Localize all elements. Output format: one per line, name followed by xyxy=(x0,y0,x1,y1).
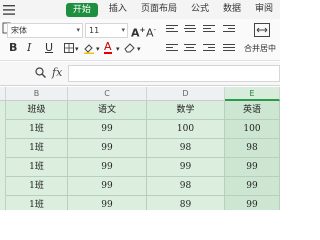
borders-icon[interactable] xyxy=(64,43,74,53)
header-cell-math[interactable]: 数学 xyxy=(147,101,225,120)
column-header-e[interactable]: E xyxy=(225,87,280,101)
magnifier-icon[interactable] xyxy=(35,67,46,81)
column-header-c[interactable]: C xyxy=(68,87,147,101)
table-cell[interactable]: 1班 xyxy=(6,177,68,196)
table-cell[interactable]: 89 xyxy=(147,196,225,210)
table-cell[interactable]: 98 xyxy=(225,139,280,158)
formula-bar: fx xyxy=(0,62,280,86)
eraser-icon[interactable] xyxy=(124,42,136,53)
tab-home[interactable]: 开始 xyxy=(65,2,98,17)
chevron-down-icon: ▾ xyxy=(121,26,125,34)
shrink-font-icon[interactable]: A- xyxy=(146,24,156,40)
chevron-down-icon[interactable]: ▾ xyxy=(96,43,100,56)
font-name-select[interactable]: 宋体 ▾ xyxy=(7,23,83,38)
align-bottom-icon[interactable] xyxy=(203,25,215,36)
home-toolbar: 宋体 ▾ 11 ▾ A+ A- B I U ▾ ▾ A ▾ ▾ 合并居中 xyxy=(0,19,280,61)
italic-button[interactable]: I xyxy=(27,41,31,54)
header-cell-class[interactable]: 班级 xyxy=(6,101,68,120)
column-header-b[interactable]: B xyxy=(6,87,68,101)
font-size-value: 11 xyxy=(89,26,100,35)
ribbon-tab-bar: 开始 插入 页面布局 公式 数据 审阅 xyxy=(0,0,280,19)
grow-font-icon[interactable]: A+ xyxy=(131,24,145,40)
align-right-icon[interactable] xyxy=(203,44,215,55)
table-cell[interactable]: 99 xyxy=(225,158,280,177)
tab-formulas[interactable]: 公式 xyxy=(184,0,216,19)
table-cell[interactable]: 99 xyxy=(68,120,147,139)
tab-page-layout[interactable]: 页面布局 xyxy=(134,0,184,19)
font-name-value: 宋体 xyxy=(11,26,27,35)
formula-input[interactable] xyxy=(68,65,280,82)
sheet-grid: B C D E 班级 语文 数学 英语 1班 99 100 100 1班 99 … xyxy=(0,87,280,210)
merge-center-button[interactable]: 合并居中 xyxy=(244,19,280,61)
align-center-icon[interactable] xyxy=(184,44,196,55)
font-color-icon[interactable]: A xyxy=(104,41,112,54)
indent-icon[interactable] xyxy=(223,25,235,36)
align-middle-icon[interactable] xyxy=(184,25,196,36)
table-cell[interactable]: 100 xyxy=(147,120,225,139)
table-cell[interactable]: 1班 xyxy=(6,196,68,210)
merge-cells-icon xyxy=(254,23,270,37)
table-cell[interactable]: 1班 xyxy=(6,120,68,139)
table-cell[interactable]: 99 xyxy=(147,158,225,177)
hamburger-icon xyxy=(3,4,16,15)
align-left-icon[interactable] xyxy=(166,44,178,55)
table-cell[interactable]: 99 xyxy=(68,196,147,210)
spreadsheet-window: 开始 插入 页面布局 公式 数据 审阅 宋体 ▾ 11 ▾ A+ A- B I … xyxy=(0,0,280,210)
table-cell[interactable]: 98 xyxy=(147,177,225,196)
tab-review[interactable]: 审阅 xyxy=(248,0,280,19)
table-cell[interactable]: 99 xyxy=(225,196,280,210)
align-top-icon[interactable] xyxy=(166,25,178,36)
table-cell[interactable]: 99 xyxy=(225,177,280,196)
table-cell[interactable]: 1班 xyxy=(6,139,68,158)
chevron-down-icon[interactable]: ▾ xyxy=(116,43,120,56)
table-cell[interactable]: 100 xyxy=(225,120,280,139)
tab-data[interactable]: 数据 xyxy=(216,0,248,19)
table-cell[interactable]: 99 xyxy=(68,139,147,158)
app-menu-button[interactable] xyxy=(0,0,19,19)
font-size-select[interactable]: 11 ▾ xyxy=(85,23,128,38)
merge-center-label: 合并居中 xyxy=(244,44,276,53)
column-header-d[interactable]: D xyxy=(147,87,225,101)
bold-button[interactable]: B xyxy=(9,41,17,54)
chevron-down-icon[interactable]: ▾ xyxy=(75,43,79,56)
table-cell[interactable]: 99 xyxy=(68,158,147,177)
header-cell-chinese[interactable]: 语文 xyxy=(68,101,147,120)
header-cell-english[interactable]: 英语 xyxy=(225,101,280,120)
fill-color-icon[interactable] xyxy=(83,42,95,54)
name-box[interactable] xyxy=(0,65,24,82)
chevron-down-icon[interactable]: ▾ xyxy=(137,43,141,56)
underline-button[interactable]: U xyxy=(45,41,53,54)
table-cell[interactable]: 98 xyxy=(147,139,225,158)
fx-label[interactable]: fx xyxy=(52,66,62,79)
chevron-down-icon: ▾ xyxy=(76,26,80,34)
table-cell[interactable]: 99 xyxy=(68,177,147,196)
table-cell[interactable]: 1班 xyxy=(6,158,68,177)
tab-insert[interactable]: 插入 xyxy=(102,0,134,19)
distributed-align-icon[interactable] xyxy=(223,44,235,55)
